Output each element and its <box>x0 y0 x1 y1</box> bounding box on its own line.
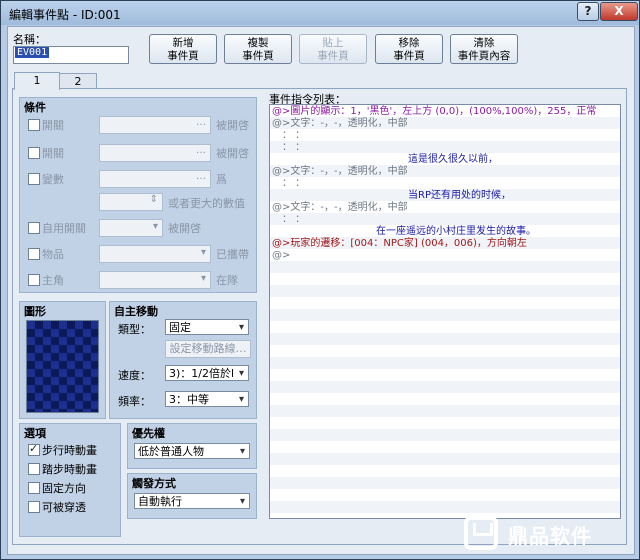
page-panel: 條件 開關 被開啓 開關 被開啓 變數 爲 或者更大的數值 自用開關 被開啓 <box>12 88 627 545</box>
command-line[interactable]: ： ： <box>282 130 305 142</box>
name-label: 名稱： <box>13 33 46 46</box>
actor-checkbox[interactable] <box>28 274 40 286</box>
command-line[interactable]: ： ： <box>282 142 305 154</box>
options-group: 選項 步行時動畫 踏步時動畫 固定方向 可被穿透 <box>19 423 121 537</box>
conditions-group: 條件 開關 被開啓 開關 被開啓 變數 爲 或者更大的數值 自用開關 被開啓 <box>19 97 257 293</box>
frequency-select[interactable]: 3：中等 <box>165 391 249 408</box>
stepping-anim-label: 踏步時動畫 <box>42 463 97 476</box>
command-line[interactable]: @>文字：-，-，透明化，中部 <box>272 166 408 178</box>
command-line[interactable]: @>圖片的顯示：1，'黑色'，左上方 (0,0)，(100%,100%)，255… <box>272 106 596 118</box>
graphic-preview[interactable] <box>26 320 99 413</box>
self-switch-select[interactable] <box>99 219 163 237</box>
switch2-label: 開關 <box>42 147 64 160</box>
variable-checkbox[interactable] <box>28 173 40 185</box>
command-line[interactable]: 在一座遥远的小村庄里发生的故事。 <box>376 226 536 238</box>
switch2-suffix: 被開啓 <box>216 147 249 160</box>
paste-page-label-1: 貼上 <box>322 37 344 49</box>
self-switch-suffix: 被開啓 <box>168 222 201 235</box>
actor-suffix: 在隊 <box>216 274 238 287</box>
copy-page-button[interactable]: 複製 事件頁 <box>224 34 292 64</box>
switch1-suffix: 被開啓 <box>216 119 249 132</box>
clear-page-label-2: 事件頁內容 <box>457 50 511 62</box>
command-line[interactable]: 当RP还有用处的时候， <box>408 190 511 202</box>
item-checkbox[interactable] <box>28 248 40 260</box>
copy-page-label-1: 複製 <box>247 37 269 49</box>
through-checkbox[interactable] <box>28 501 40 513</box>
switch1-label: 開關 <box>42 119 64 132</box>
clear-page-button[interactable]: 清除 事件頁內容 <box>450 34 518 64</box>
event-editor-window: 編輯事件點 - ID:001 ? X 名稱： EV001 新增 事件頁 複製 事件頁… <box>0 0 640 560</box>
autonomous-movement-group: 自主移動 類型： 固定 設定移動路線… 速度： 3)：1/2倍於l 頻率： 3：… <box>109 301 257 419</box>
watermark-text: 鼎品软件 <box>508 524 592 548</box>
title-bar[interactable]: 編輯事件點 - ID:001 ? X <box>1 1 639 25</box>
trigger-group: 觸發方式 自動執行 <box>127 473 257 519</box>
window-title: 編輯事件點 - ID:001 <box>9 8 121 22</box>
command-line[interactable]: 這是很久很久以前， <box>408 154 498 166</box>
variable-hint: 或者更大的數值 <box>168 197 245 210</box>
self-switch-checkbox[interactable] <box>28 222 40 234</box>
new-page-label-1: 新增 <box>172 37 194 49</box>
trigger-select[interactable]: 自動執行 <box>134 493 250 510</box>
walking-anim-label: 步行時動畫 <box>42 444 97 457</box>
variable-label: 變數 <box>42 173 64 186</box>
direction-fix-checkbox[interactable] <box>28 482 40 494</box>
options-title: 選項 <box>24 427 46 440</box>
new-page-label-2: 事件頁 <box>167 50 199 62</box>
command-line[interactable]: ： ： <box>282 214 305 226</box>
switch1-checkbox[interactable] <box>28 119 40 131</box>
graphic-title: 圖形 <box>24 305 46 318</box>
through-label: 可被穿透 <box>42 501 86 514</box>
item-select[interactable] <box>99 245 211 263</box>
set-route-button[interactable]: 設定移動路線… <box>165 340 251 358</box>
move-type-select[interactable]: 固定 <box>165 319 249 336</box>
self-switch-label: 自用開關 <box>42 222 86 235</box>
conditions-title: 條件 <box>24 101 46 114</box>
watermark: 鼎品软件 <box>430 510 630 558</box>
switch2-checkbox[interactable] <box>28 147 40 159</box>
item-suffix: 已攜帶 <box>216 248 249 261</box>
help-button[interactable]: ? <box>577 2 599 21</box>
name-value: EV001 <box>15 47 50 58</box>
item-label: 物品 <box>42 248 64 261</box>
priority-title: 優先權 <box>132 427 165 440</box>
paste-page-button[interactable]: 貼上 事件頁 <box>299 34 367 64</box>
dialog-body: 名稱： EV001 新增 事件頁 複製 事件頁 貼上 事件頁 移除 事件頁 清除 事件頁內… <box>7 26 635 555</box>
trigger-title: 觸發方式 <box>132 477 176 490</box>
actor-select[interactable] <box>99 271 211 289</box>
variable-suffix: 爲 <box>216 173 227 186</box>
paste-page-label-2: 事件頁 <box>317 50 349 62</box>
variable-value-stepper[interactable] <box>99 193 163 211</box>
delete-page-label-1: 移除 <box>398 37 420 49</box>
autonomous-movement-title: 自主移動 <box>114 305 158 318</box>
frequency-label: 頻率： <box>118 395 151 408</box>
switch1-field[interactable] <box>99 116 211 134</box>
new-page-button[interactable]: 新增 事件頁 <box>149 34 217 64</box>
command-line[interactable]: @>文字：-，-，透明化，中部 <box>272 118 408 130</box>
actor-label: 主角 <box>42 274 64 287</box>
switch2-field[interactable] <box>99 144 211 162</box>
name-input[interactable]: EV001 <box>13 46 129 64</box>
clear-page-label-1: 清除 <box>473 37 495 49</box>
priority-group: 優先權 低於普通人物 <box>127 423 257 469</box>
variable-field[interactable] <box>99 170 211 188</box>
watermark-logo-icon <box>464 516 498 550</box>
command-line[interactable]: ： ： <box>282 178 305 190</box>
stepping-anim-checkbox[interactable] <box>28 463 40 475</box>
direction-fix-label: 固定方向 <box>42 482 86 495</box>
command-line[interactable]: @>玩家的遷移：[004：NPC家] (004，006)，方向朝左 <box>272 238 527 250</box>
delete-page-label-2: 事件頁 <box>393 50 425 62</box>
walking-anim-checkbox[interactable] <box>28 442 40 456</box>
command-list[interactable]: @>圖片的顯示：1，'黑色'，左上方 (0,0)，(100%,100%)，255… <box>269 104 621 519</box>
graphic-group: 圖形 <box>19 301 106 419</box>
priority-select[interactable]: 低於普通人物 <box>134 443 250 460</box>
move-type-label: 類型： <box>118 323 151 336</box>
command-line[interactable]: @> <box>272 250 290 262</box>
speed-select[interactable]: 3)：1/2倍於l <box>165 365 249 381</box>
close-button[interactable]: X <box>600 2 638 21</box>
tab-page-1[interactable]: 1 <box>14 72 60 90</box>
command-line[interactable]: @>文字：-，-，透明化，中部 <box>272 202 408 214</box>
speed-label: 速度： <box>118 369 151 382</box>
copy-page-label-2: 事件頁 <box>242 50 274 62</box>
delete-page-button[interactable]: 移除 事件頁 <box>375 34 443 64</box>
